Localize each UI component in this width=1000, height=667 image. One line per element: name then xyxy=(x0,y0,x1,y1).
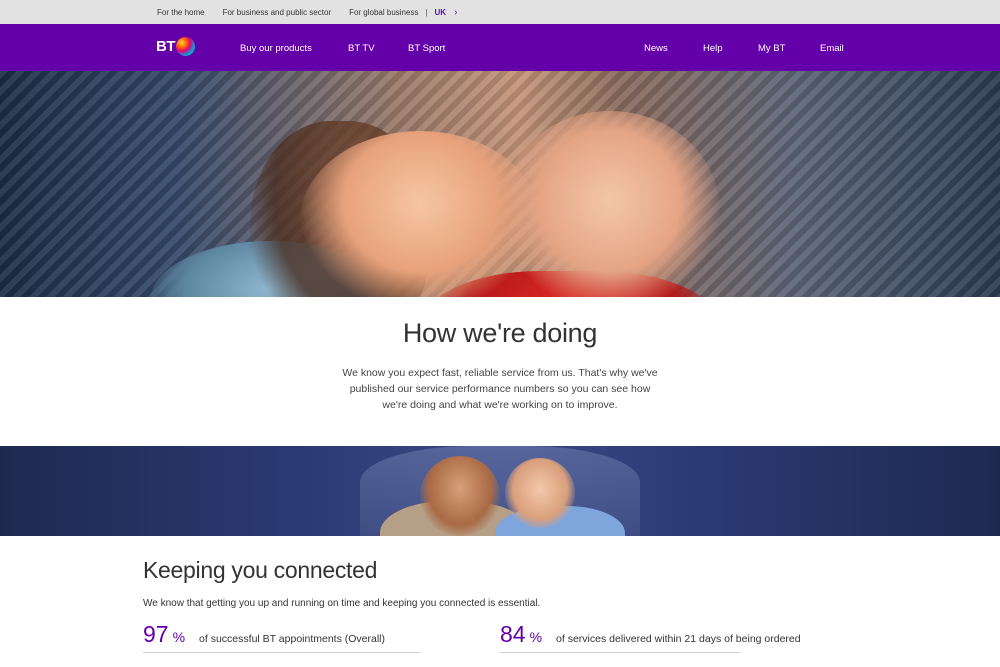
link-for-the-home[interactable]: For the home xyxy=(157,8,205,17)
stat-value: 97 xyxy=(143,621,169,647)
nav-help[interactable]: Help xyxy=(703,43,723,54)
stat-divider xyxy=(143,652,420,653)
chevron-right-icon[interactable]: › xyxy=(454,7,457,18)
stat-unit: % xyxy=(172,629,186,645)
link-for-global-business[interactable]: For global business xyxy=(349,8,418,17)
banner-dad-face-shape xyxy=(420,456,500,536)
stat-services-delivered: 84 % of services delivered within 21 day… xyxy=(500,621,801,653)
stats-row: 97 % of successful BT appointments (Over… xyxy=(143,621,1000,661)
page-title: How we're doing xyxy=(402,318,598,348)
section-title: Keeping you connected xyxy=(143,557,378,583)
separator: | xyxy=(425,7,428,17)
hero-boy-face-shape xyxy=(500,111,720,297)
logo-text: BT xyxy=(156,38,176,55)
region-selector[interactable]: UK xyxy=(435,8,447,17)
hero-image xyxy=(0,71,1000,297)
stat-value: 84 xyxy=(500,621,526,647)
banner-son-face-shape xyxy=(505,458,575,528)
nav-my-bt[interactable]: My BT xyxy=(758,43,785,54)
keeping-connected-section: Keeping you connected We know that getti… xyxy=(0,536,1000,661)
globe-icon xyxy=(176,37,195,56)
bt-logo[interactable]: BT xyxy=(156,37,195,56)
main-navigation: BT Buy our products BT TV BT Sport News … xyxy=(0,24,1000,71)
family-banner-image xyxy=(0,446,1000,536)
nav-email[interactable]: Email xyxy=(820,43,844,54)
stat-appointments: 97 % of successful BT appointments (Over… xyxy=(143,621,420,653)
nav-bt-tv[interactable]: BT TV xyxy=(348,43,375,54)
intro-section: How we're doing We know you expect fast,… xyxy=(0,297,1000,446)
section-subtitle: We know that getting you up and running … xyxy=(143,598,541,609)
intro-text: We know you expect fast, reliable servic… xyxy=(342,367,658,411)
stat-label: of services delivered within 21 days of … xyxy=(556,633,801,645)
nav-buy-our-products[interactable]: Buy our products xyxy=(240,43,312,54)
link-for-business[interactable]: For business and public sector xyxy=(223,8,332,17)
nav-bt-sport[interactable]: BT Sport xyxy=(408,43,445,54)
stat-divider xyxy=(500,652,740,653)
nav-news[interactable]: News xyxy=(644,43,668,54)
stat-label: of successful BT appointments (Overall) xyxy=(199,633,386,645)
top-utility-bar: For the home For business and public sec… xyxy=(0,0,1000,24)
stat-unit: % xyxy=(529,629,543,645)
